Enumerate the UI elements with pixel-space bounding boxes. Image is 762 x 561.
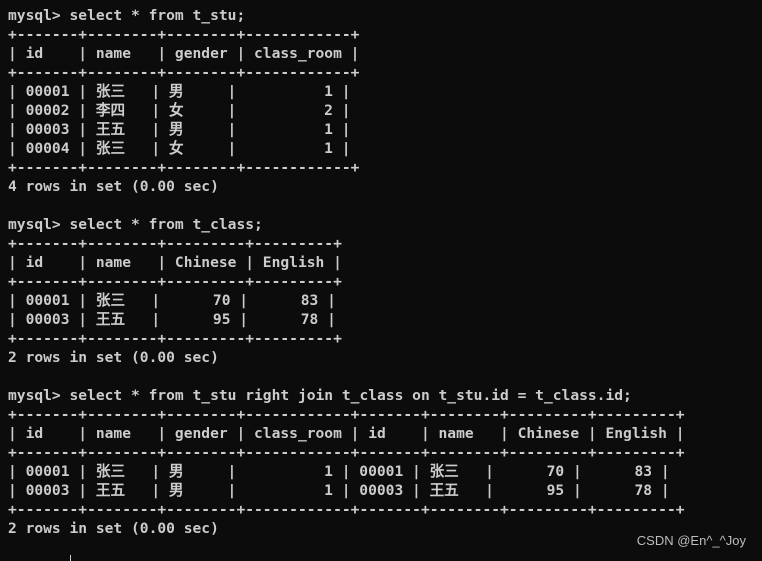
table-header: | id | name | gender | class_room | bbox=[8, 45, 360, 62]
table-row: | 00001 | 张三 | 男 | 1 | 00001 | 张三 | 70 |… bbox=[8, 463, 670, 480]
watermark: CSDN @En^_^Joy bbox=[636, 533, 746, 548]
text-cursor bbox=[70, 555, 71, 561]
table-border: +-------+--------+--------+------------+ bbox=[8, 159, 360, 176]
table-border: +-------+--------+--------+------------+ bbox=[8, 64, 360, 81]
result-summary: 2 rows in set (0.00 sec) bbox=[8, 349, 219, 366]
table-row: | 00002 | 李四 | 女 | 2 | bbox=[8, 102, 351, 119]
table-border: +-------+--------+--------+------------+… bbox=[8, 501, 685, 518]
terminal-output: mysql> select * from t_stu; +-------+----… bbox=[8, 6, 685, 538]
table-row: | 00003 | 王五 | 男 | 1 | 00003 | 王五 | 95 |… bbox=[8, 482, 670, 499]
prompt-line: mysql> select * from t_stu; bbox=[8, 7, 246, 24]
table-border: +-------+--------+--------+------------+… bbox=[8, 406, 685, 423]
table-header: | id | name | Chinese | English | bbox=[8, 254, 342, 271]
prompt-line: mysql> select * from t_stu right join t_… bbox=[8, 387, 632, 404]
table-border: +-------+--------+--------+------------+ bbox=[8, 26, 360, 43]
table-border: +-------+--------+--------+------------+… bbox=[8, 444, 685, 461]
prompt-line: mysql> select * from t_class; bbox=[8, 216, 263, 233]
result-summary: 2 rows in set (0.00 sec) bbox=[8, 520, 219, 537]
table-row: | 00004 | 张三 | 女 | 1 | bbox=[8, 140, 351, 157]
table-border: +-------+--------+---------+---------+ bbox=[8, 330, 342, 347]
table-border: +-------+--------+---------+---------+ bbox=[8, 273, 342, 290]
table-header: | id | name | gender | class_room | id |… bbox=[8, 425, 685, 442]
table-row: | 00003 | 王五 | 95 | 78 | bbox=[8, 311, 336, 328]
table-row: | 00001 | 张三 | 70 | 83 | bbox=[8, 292, 336, 309]
table-border: +-------+--------+---------+---------+ bbox=[8, 235, 342, 252]
table-row: | 00003 | 王五 | 男 | 1 | bbox=[8, 121, 351, 138]
result-summary: 4 rows in set (0.00 sec) bbox=[8, 178, 219, 195]
table-row: | 00001 | 张三 | 男 | 1 | bbox=[8, 83, 351, 100]
